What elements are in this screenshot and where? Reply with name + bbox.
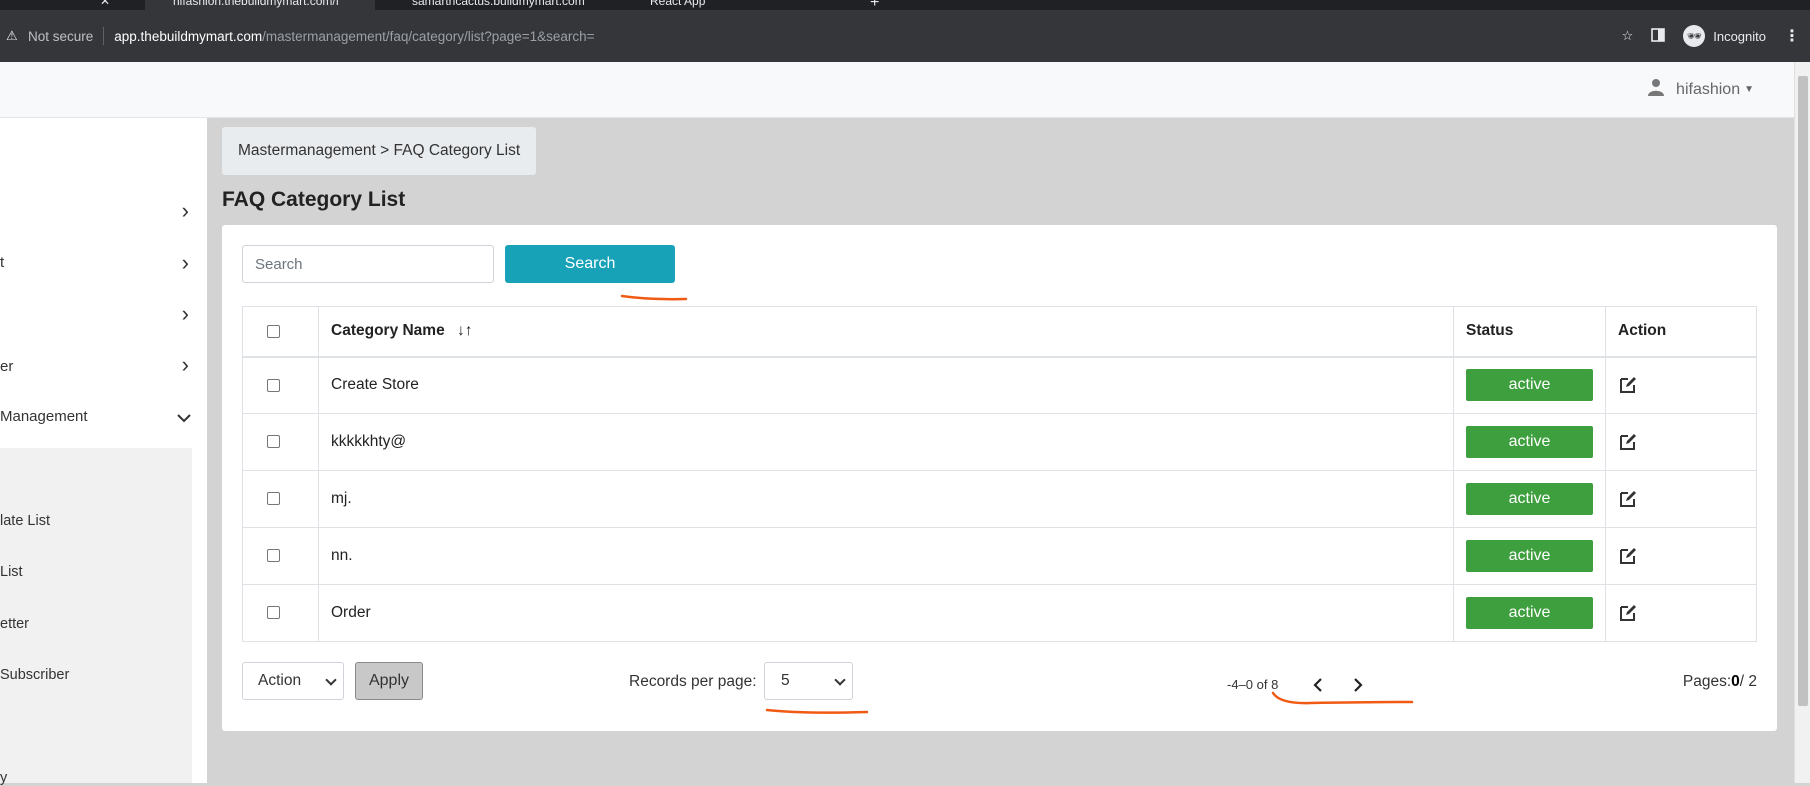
chevron-down-icon: [177, 410, 191, 426]
records-per-page-label: Records per page:: [629, 673, 757, 690]
new-tab-icon[interactable]: +: [870, 0, 879, 10]
edit-icon[interactable]: [1618, 603, 1638, 623]
status-badge[interactable]: active: [1466, 597, 1593, 629]
bulk-action-select[interactable]: Action: [242, 662, 344, 700]
category-name: kkkkkhty@: [318, 413, 1454, 471]
search-button[interactable]: Search: [505, 245, 675, 283]
edit-icon[interactable]: [1618, 489, 1638, 509]
pagination-range: -4–0 of 8: [1227, 677, 1279, 692]
url-path: /mastermanagement/faq/category/list?page…: [262, 28, 595, 44]
address-bar: ⚠ Not secure app.thebuildmymart.com/mast…: [0, 10, 1810, 62]
scrollbar-thumb[interactable]: [1798, 76, 1808, 706]
next-page-button[interactable]: [1348, 677, 1368, 697]
sidebar-item-1[interactable]: ›: [0, 198, 207, 224]
browser-tab-react-app[interactable]: React App: [630, 0, 705, 10]
faq-category-table: Category Name ↓↑ Status Action Create St…: [242, 306, 1757, 642]
url-host: app.thebuildmymart.com: [114, 28, 263, 44]
sidebar-item-4[interactable]: er ›: [0, 352, 207, 378]
sidebar-item-3[interactable]: ›: [0, 301, 207, 327]
select-all-checkbox[interactable]: [267, 324, 280, 338]
incognito-indicator[interactable]: 🕶 Incognito: [1683, 25, 1766, 47]
sidebar: › t › › er › Management late List List e…: [0, 118, 207, 786]
row-checkbox[interactable]: [267, 378, 280, 392]
username: hifashion: [1676, 80, 1741, 98]
side-panel-icon[interactable]: [1651, 27, 1666, 45]
chevron-right-icon: ›: [181, 198, 189, 223]
breadcrumb: Mastermanagement > FAQ Category List: [222, 127, 537, 175]
sidebar-subitem-1[interactable]: late List: [0, 513, 50, 529]
chevron-right-icon: ›: [181, 301, 189, 326]
chevron-right-icon: ›: [181, 250, 189, 275]
table-row: kkkkkhty@ active: [242, 413, 1757, 471]
apply-button[interactable]: Apply: [355, 662, 423, 700]
warning-icon: ⚠: [6, 28, 18, 43]
chevron-down-icon: [834, 674, 846, 686]
column-category-name[interactable]: Category Name ↓↑: [318, 306, 1454, 358]
page-count: Pages:0/ 2: [1682, 673, 1757, 690]
app-header: hifashion ▼: [0, 62, 1794, 118]
user-menu[interactable]: hifashion ▼: [1648, 78, 1754, 101]
incognito-icon: 🕶: [1683, 25, 1706, 47]
browser-menu-icon[interactable]: ⋮: [1784, 26, 1800, 46]
browser-tab-samarthcactus[interactable]: samarthcactus.buildmymart.com: [392, 0, 585, 10]
list-card: Search Category Name ↓↑ Status Action Cr…: [222, 225, 1777, 731]
browser-tab-hifashion[interactable]: hifashion.thebuildmymart.com/f: [145, 0, 375, 10]
table-row: nn. active: [242, 527, 1757, 585]
chevron-down-icon: [325, 674, 337, 686]
sidebar-item-2[interactable]: t ›: [0, 250, 207, 276]
table-row: Create Store active: [242, 356, 1757, 414]
sort-icon[interactable]: ↓↑: [457, 322, 473, 339]
column-status: Status: [1453, 306, 1606, 358]
row-checkbox[interactable]: [267, 435, 280, 449]
records-per-page-select[interactable]: 5: [764, 662, 853, 700]
chevron-left-icon: [1313, 678, 1322, 692]
category-name: Order: [318, 584, 1454, 642]
category-name: mj.: [318, 470, 1454, 528]
column-action: Action: [1605, 306, 1757, 358]
edit-icon[interactable]: [1618, 546, 1638, 566]
sidebar-subitem-4[interactable]: Subscriber: [0, 667, 69, 683]
edit-icon[interactable]: [1618, 375, 1638, 395]
status-badge[interactable]: active: [1466, 540, 1593, 572]
sidebar-subitem-2[interactable]: List: [0, 564, 23, 580]
status-badge[interactable]: active: [1466, 426, 1593, 458]
table-row: Order active: [242, 584, 1757, 642]
category-name: nn.: [318, 527, 1454, 585]
sidebar-subitem-5[interactable]: y: [0, 770, 7, 786]
table-header-row: Category Name ↓↑ Status Action: [242, 306, 1757, 358]
browser-tab-strip: ✕ hifashion.thebuildmymart.com/f samarth…: [0, 0, 1810, 10]
status-badge[interactable]: active: [1466, 369, 1593, 402]
star-icon[interactable]: ☆: [1622, 28, 1634, 44]
chevron-right-icon: ›: [181, 352, 189, 377]
row-checkbox[interactable]: [267, 492, 280, 506]
sidebar-subitem-3[interactable]: etter: [0, 616, 29, 632]
status-badge[interactable]: active: [1466, 483, 1593, 515]
tab-close-icon[interactable]: ✕: [100, 0, 110, 10]
security-status: Not secure: [28, 28, 94, 44]
url-divider: [103, 27, 105, 45]
category-name: Create Store: [318, 356, 1454, 414]
row-checkbox[interactable]: [267, 549, 280, 563]
caret-down-icon: ▼: [1744, 84, 1754, 95]
browser-controls: ☆ 🕶 Incognito ⋮: [1622, 20, 1810, 52]
row-checkbox[interactable]: [267, 606, 280, 620]
search-input[interactable]: [242, 245, 494, 283]
page-title: FAQ Category List: [222, 188, 406, 211]
chevron-right-icon: [1354, 678, 1363, 692]
edit-icon[interactable]: [1618, 432, 1638, 452]
table-row: mj. active: [242, 470, 1757, 528]
url-bar[interactable]: ⚠ Not secure app.thebuildmymart.com/mast…: [0, 20, 595, 52]
select-all-cell: [242, 306, 319, 358]
page-scrollbar[interactable]: [1794, 62, 1810, 783]
sidebar-item-master-management[interactable]: Management: [0, 408, 207, 434]
previous-page-button[interactable]: [1308, 677, 1328, 697]
main-content: Mastermanagement > FAQ Category List FAQ…: [207, 118, 1794, 783]
user-icon: [1648, 78, 1665, 101]
